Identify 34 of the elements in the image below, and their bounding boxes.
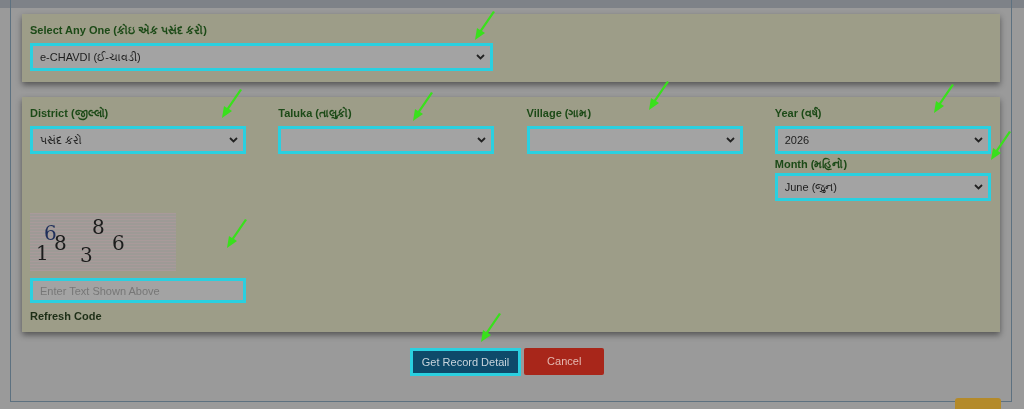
get-record-button[interactable]: Get Record Detail	[409, 348, 522, 376]
pointer-arrow-icon	[412, 92, 434, 122]
pointer-arrow-icon	[474, 11, 496, 41]
month-select[interactable]: June (જુન)	[774, 173, 991, 201]
dropdown-field[interactable]: પસંદ કરો	[30, 126, 246, 154]
chevron-down-icon	[476, 54, 485, 60]
pointer-arrow-icon	[990, 131, 1012, 161]
chevron-down-icon	[973, 137, 983, 143]
pointer-arrow-icon	[480, 313, 502, 343]
captcha-character: 6	[44, 223, 57, 243]
pointer-arrow-icon	[221, 89, 243, 119]
dropdown-field[interactable]	[526, 126, 743, 154]
chevron-down-icon	[477, 137, 487, 143]
record-type-label: Select Any One (કોઇ એક પસંદ કરો)	[30, 25, 208, 36]
chevron-down-icon	[973, 184, 983, 190]
field-label: Village (ગામ)	[526, 108, 593, 119]
field-label: Month (મહિનો)	[774, 159, 849, 170]
chevron-down-icon	[229, 137, 238, 143]
pointer-arrow-icon	[933, 84, 955, 114]
cancel-button[interactable]: Cancel	[524, 348, 605, 375]
pointer-arrow-icon	[226, 219, 248, 249]
chevron-down-icon	[725, 137, 735, 143]
refresh-code-link[interactable]: Refresh Code	[30, 311, 102, 322]
dropdown-field[interactable]	[278, 126, 495, 154]
field-label: Year (વર્ષ)	[774, 108, 823, 119]
field-label: District (જીલ્લો)	[30, 108, 110, 119]
captcha-character: 3	[80, 245, 93, 265]
pointer-arrow-icon	[648, 81, 670, 111]
record-type-select[interactable]: e-CHAVDI (ઈ-ચાવડી)	[30, 43, 493, 71]
captcha-character: 6	[112, 233, 125, 253]
dropdown-field[interactable]: 2026	[774, 126, 991, 154]
captcha-character: 1	[36, 243, 49, 263]
captcha-character: 8	[92, 217, 105, 237]
field-label: Taluka (તાલુકો)	[278, 108, 353, 119]
